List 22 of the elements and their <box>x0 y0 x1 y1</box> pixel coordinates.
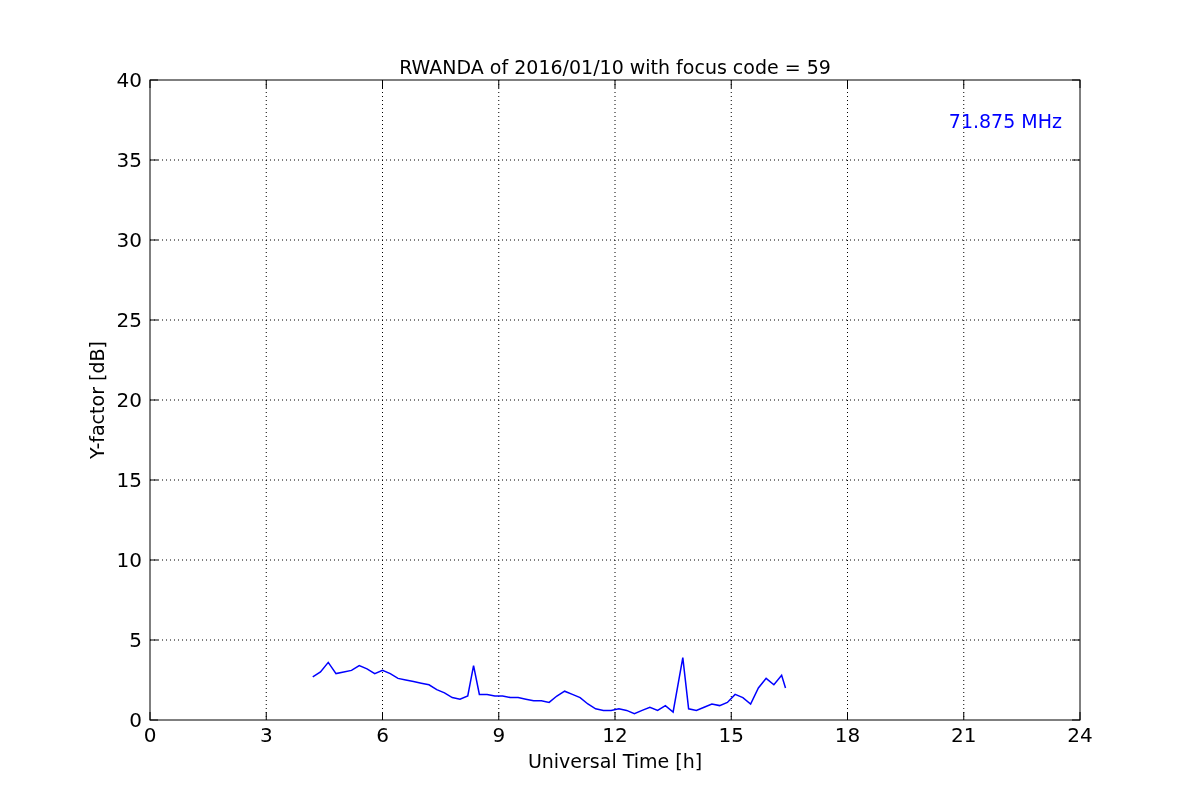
x-tick-label: 9 <box>492 723 506 747</box>
y-tick-label: 0 <box>129 708 142 732</box>
x-tick-label: 24 <box>1067 723 1093 747</box>
x-tick-label: 21 <box>951 723 977 747</box>
x-tick-label: 3 <box>259 723 273 747</box>
y-tick-label: 20 <box>116 388 142 412</box>
x-tick-label: 0 <box>143 723 157 747</box>
y-tick-label: 5 <box>129 628 142 652</box>
x-tick-label: 15 <box>718 723 744 747</box>
x-tick-label: 6 <box>376 723 389 747</box>
y-tick-label: 15 <box>116 468 142 492</box>
x-axis-label: Universal Time [h] <box>527 750 703 772</box>
y-tick-label: 25 <box>116 308 142 332</box>
y-tick-label: 35 <box>116 148 142 172</box>
y-tick-label: 30 <box>116 228 142 252</box>
y-tick-label: 40 <box>116 68 142 92</box>
x-tick-label: 18 <box>834 723 861 747</box>
x-tick-label: 12 <box>602 723 628 747</box>
series-label: 71.875 MHz <box>948 110 1062 132</box>
y-axis-label: Y-factor [dB] <box>86 341 108 459</box>
chart-title: RWANDA of 2016/01/10 with focus code = 59 <box>399 56 831 78</box>
y-tick-label: 10 <box>116 548 142 572</box>
